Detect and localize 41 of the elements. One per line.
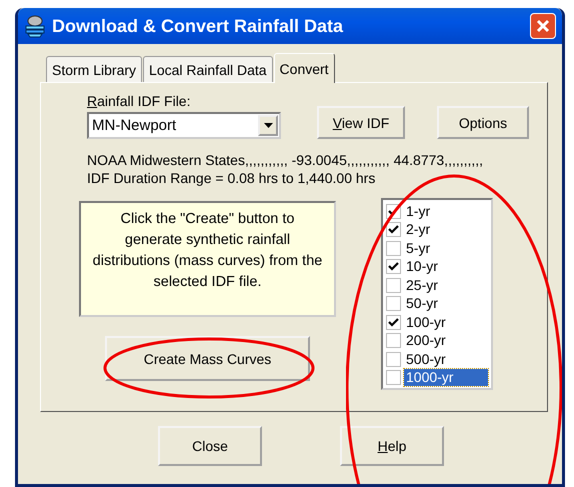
list-item[interactable]: 10-yr [404,258,440,276]
list-item[interactable]: 5-yr [404,240,432,257]
field-label: Rainfall IDF File: [87,93,192,109]
create-mass-curves-button[interactable]: Create Mass Curves [105,336,310,381]
checkbox[interactable] [386,370,401,386]
checkbox[interactable] [386,240,401,256]
dropdown-arrow-icon [264,123,272,128]
tab[interactable]: Local Rainfall Data [143,56,273,82]
checkbox[interactable] [386,352,401,367]
tab[interactable]: Convert [274,53,335,83]
info-text: NOAA Midwestern States,,,,,,,,,,, -93.0045,,,,,,,,,,, 44.8773,,,,,,,,,, [87,151,484,169]
window-title: Download & Convert Rainfall Data [52,16,344,36]
list-item[interactable]: 200-yr [404,332,448,350]
toolbar-button[interactable]: Options [437,106,529,139]
list-item[interactable]: 2-yr [404,221,432,238]
hint-text: Click the "Create" button to generate synthetic rainfall distributions (mass curves) from the selected IDF file. [79,201,336,317]
checkmark-icon [388,261,399,272]
checkbox[interactable] [386,259,401,274]
info-text: IDF Duration Range = 0.08 hrs to 1,440.00 hrs [87,169,376,187]
checkbox[interactable] [386,222,401,238]
checkbox[interactable] [386,296,401,312]
checkbox[interactable] [386,314,401,330]
checkmark-icon [388,224,399,236]
close-icon [536,19,550,33]
checkbox[interactable] [386,204,401,219]
tab[interactable]: Storm Library [46,56,142,82]
list-item[interactable]: 1000-yr [404,369,488,386]
dialog-button[interactable]: Help [340,426,444,466]
toolbar-button[interactable]: View IDF [317,106,405,139]
list-item[interactable]: 100-yr [404,314,448,331]
list-item[interactable]: 50-yr [404,295,440,312]
list-item[interactable]: 500-yr [404,350,448,368]
list-item[interactable]: 25-yr [404,276,440,294]
checkbox[interactable] [386,278,401,293]
app-icon [24,14,46,38]
checkmark-icon [388,316,399,328]
idf-file-dropdown[interactable]: MN-Newport [87,112,281,139]
dialog-button[interactable]: Close [158,426,262,466]
checkbox[interactable] [386,333,401,348]
list-item[interactable]: 1-yr [404,202,432,220]
close-button[interactable] [530,13,556,39]
